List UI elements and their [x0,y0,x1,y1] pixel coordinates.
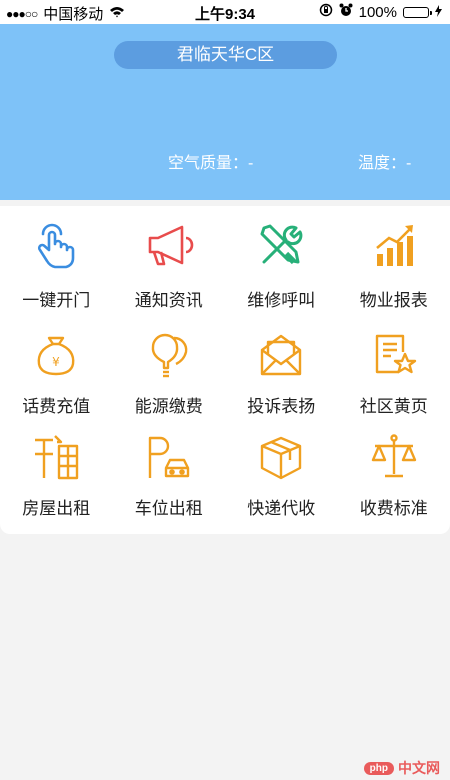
service-express-delivery[interactable]: 快递代收 [225,432,338,519]
megaphone-icon [144,220,194,270]
location-selector[interactable]: 君临天华C区 [114,41,337,69]
service-label: 房屋出租 [22,499,91,518]
service-label: 话费充值 [22,397,91,416]
battery-percent: 100% [358,3,397,21]
watermark: php 中文网 [363,758,440,778]
battery-icon [403,6,432,18]
service-energy-payment[interactable]: 能源缴费 [113,330,226,417]
service-yellow-pages[interactable]: 社区黄页 [338,330,450,417]
air-quality: 空气质量：- [168,155,254,172]
feature-repair[interactable]: 维修呼叫 [225,220,338,311]
service-house-rent[interactable]: 房屋出租 [0,432,113,519]
service-label: 快递代收 [247,499,316,518]
status-bar: ●●●○○ 中国移动 上午9:34 100% [0,0,450,24]
feature-label: 一键开门 [22,291,91,310]
money-bag-icon: ¥ [31,330,81,380]
svg-text:¥: ¥ [52,355,60,369]
parking-car-icon [144,432,194,482]
package-icon [256,432,306,482]
service-complaint-praise[interactable]: 投诉表扬 [225,330,338,417]
feature-label: 维修呼叫 [247,291,316,310]
feature-one-click-open[interactable]: 一键开门 [0,220,113,311]
tools-icon [256,220,306,270]
service-label: 收费标准 [359,499,428,518]
service-label: 车位出租 [134,499,203,518]
feature-property-report[interactable]: 物业报表 [338,220,450,311]
service-label: 能源缴费 [134,397,203,416]
rotation-lock-icon [319,3,333,21]
watermark-text: 中文网 [398,760,440,776]
service-label: 投诉表扬 [247,397,316,416]
feature-notice[interactable]: 通知资讯 [113,220,226,311]
envelope-icon [256,330,306,380]
scale-icon [369,432,419,482]
alarm-icon [339,3,353,21]
charging-icon [435,4,442,21]
hand-tap-icon [31,220,81,270]
service-fee-standard[interactable]: 收费标准 [338,432,450,519]
service-phone-recharge[interactable]: ¥ 话费充值 [0,330,113,417]
bulb-icon [144,330,194,380]
watermark-logo: php [363,761,394,775]
temperature: 温度：- [358,155,412,172]
chart-icon [369,220,419,270]
feature-label: 物业报表 [359,291,428,310]
feature-panel: 一键开门 通知资讯 维修呼叫 物业报表 [0,206,450,320]
document-star-icon [369,330,419,380]
service-label: 社区黄页 [359,397,428,416]
header-banner: 君临天华C区 空气质量：- 温度：- [0,24,450,200]
house-rent-icon [31,432,81,482]
services-panel: ¥ 话费充值 能源缴费 投诉表扬 社区黄页 房屋出租 车位出租 快递代收 收费标… [0,320,450,534]
feature-label: 通知资讯 [134,291,203,310]
service-parking-rent[interactable]: 车位出租 [113,432,226,519]
